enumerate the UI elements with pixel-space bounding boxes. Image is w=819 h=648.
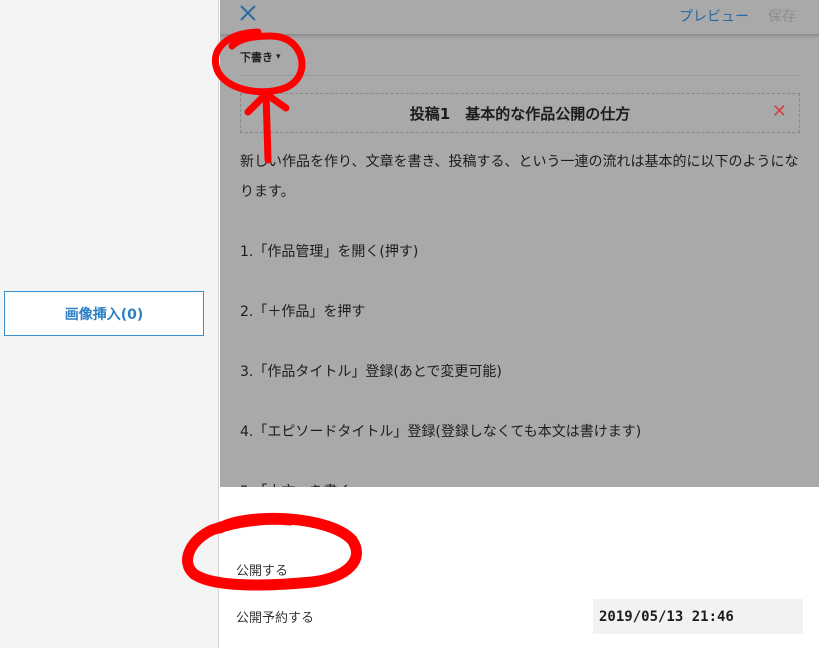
save-button[interactable]: 保存 bbox=[768, 6, 796, 26]
body-paragraph: 5.「本文」を書く bbox=[240, 477, 800, 487]
chevron-down-icon: ▾ bbox=[276, 52, 281, 62]
close-icon[interactable]: ✕ bbox=[772, 102, 787, 122]
body-paragraph: 4.「エピソードタイトル」登録(登録しなくても本文は書けます) bbox=[240, 424, 642, 440]
body-paragraph: 新しい作品を作り、文章を書き、投稿する、という一連の流れは基本的に以下のようにな… bbox=[240, 154, 799, 200]
body-paragraph: 1.「作品管理」を開く(押す) bbox=[240, 244, 419, 260]
status-dropdown[interactable]: 下書き ▾ bbox=[240, 49, 281, 65]
body-paragraph: 3.「作品タイトル」登録(あとで変更可能) bbox=[240, 364, 502, 380]
left-panel: 画像挿入(0) bbox=[0, 0, 219, 648]
episode-title-box[interactable]: 投稿1 基本的な作品公開の仕方 ✕ bbox=[240, 93, 800, 133]
preview-link[interactable]: プレビュー bbox=[679, 6, 749, 26]
insert-image-button[interactable]: 画像挿入(0) bbox=[4, 291, 204, 336]
episode-body[interactable]: 新しい作品を作り、文章を書き、投稿する、という一連の流れは基本的に以下のようにな… bbox=[240, 147, 800, 487]
divider bbox=[240, 75, 800, 76]
editor-header: プレビュー 保存 bbox=[220, 0, 819, 35]
body-paragraph: 2.「＋作品」を押す bbox=[240, 304, 366, 320]
schedule-publish-option[interactable]: 公開予約する bbox=[236, 607, 314, 626]
episode-title: 投稿1 基本的な作品公開の仕方 bbox=[409, 104, 631, 123]
schedule-datetime-field[interactable]: 2019/05/13 21:46 bbox=[593, 599, 803, 634]
close-icon[interactable] bbox=[238, 3, 258, 23]
publish-now-option[interactable]: 公開する bbox=[236, 560, 288, 579]
status-label: 下書き bbox=[240, 51, 273, 64]
editor-area: プレビュー 保存 下書き ▾ 投稿1 基本的な作品公開の仕方 ✕ 新しい作品を作… bbox=[220, 0, 819, 487]
